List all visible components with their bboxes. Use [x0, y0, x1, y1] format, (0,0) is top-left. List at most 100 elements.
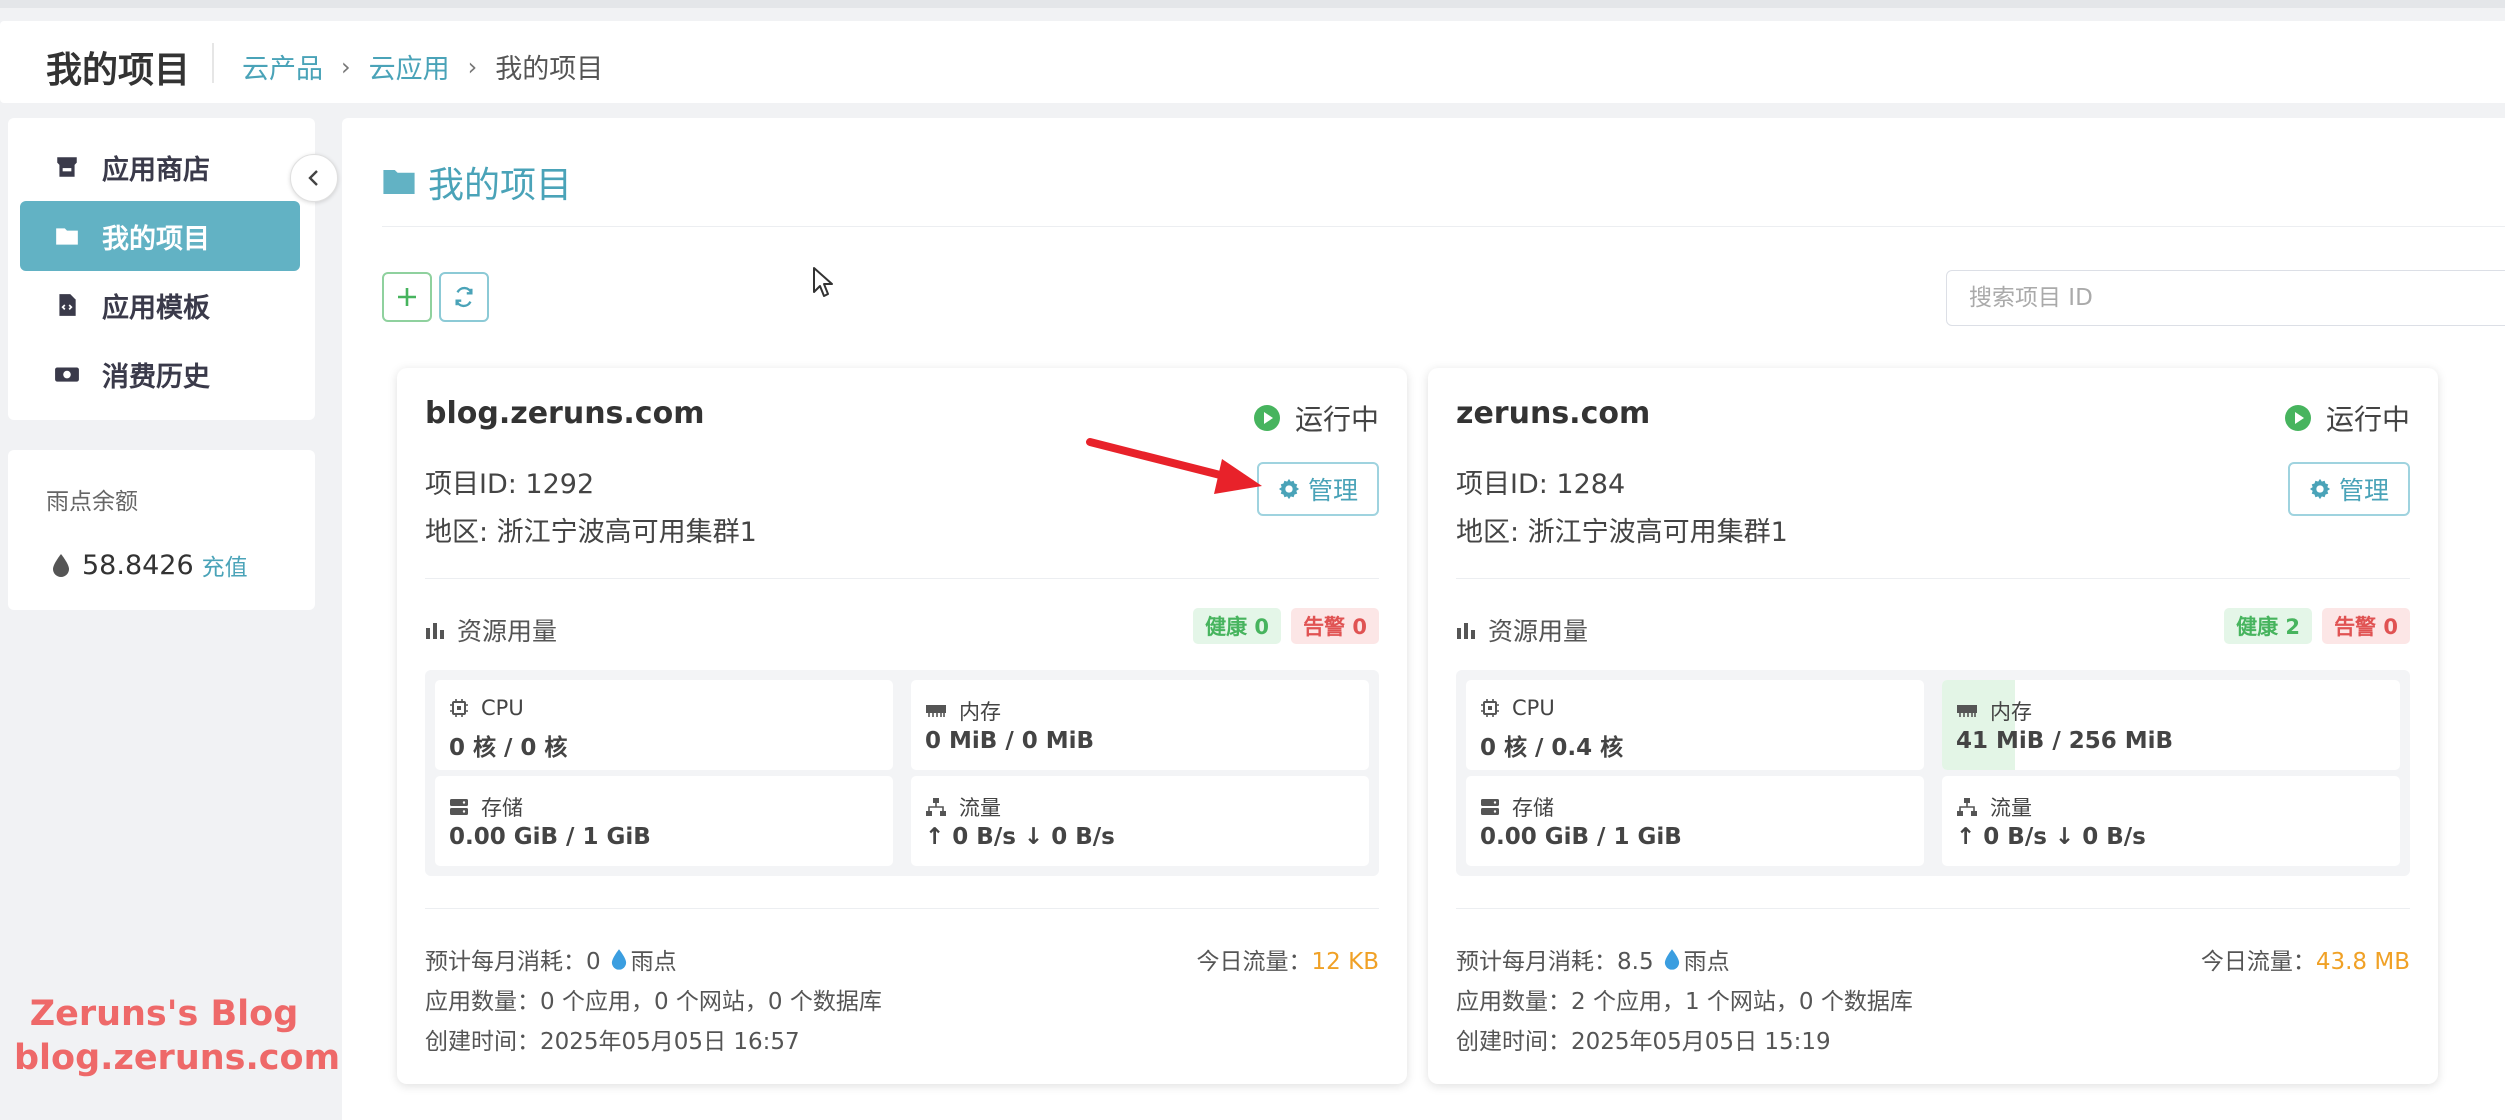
- money-icon: [55, 367, 79, 382]
- sidebar-collapse-button[interactable]: [290, 154, 338, 202]
- sidebar-item-billing-history[interactable]: 消费历史: [20, 339, 300, 409]
- project-card: zeruns.com 运行中 项目ID: 1284 地区: 浙江宁波高可用集群1…: [1428, 368, 2438, 1084]
- breadcrumb-link-cloud-apps[interactable]: 云应用: [369, 47, 450, 86]
- balance-label: 雨点余额: [46, 489, 138, 515]
- project-name: blog.zeruns.com: [425, 396, 705, 431]
- main-title: 我的项目: [382, 156, 572, 208]
- watermark-line2: blog.zeruns.com: [14, 1038, 341, 1078]
- created-time: 创建时间：2025年05月05日 16:57: [425, 1029, 800, 1055]
- status-indicator: 运行中: [1253, 398, 1379, 438]
- page-header: 我的项目 云产品 › 云应用 › 我的项目: [0, 21, 2505, 103]
- project-id: 项目ID: 1284: [1456, 469, 1626, 500]
- memory-value: 0 MiB / 0 MiB: [925, 728, 1095, 754]
- file-code-icon: [59, 294, 76, 316]
- watermark-line1: Zeruns's Blog: [29, 994, 299, 1034]
- bar-chart-icon: [426, 623, 444, 639]
- breadcrumb-current: 我的项目: [495, 54, 604, 85]
- storage-label: 存储: [1512, 796, 1554, 820]
- card-divider: [425, 908, 1379, 909]
- gear-icon: [2309, 478, 2331, 500]
- today-traffic: 今日流量：43.8 MB: [2201, 942, 2410, 976]
- gear-icon: [1278, 478, 1300, 500]
- storage-value: 0.00 GiB / 1 GiB: [449, 824, 651, 850]
- folder-icon: [56, 228, 78, 245]
- storage-label-row: 存储: [449, 792, 523, 822]
- sidebar-item-app-templates[interactable]: 应用模板: [20, 270, 300, 340]
- refresh-icon: [455, 286, 473, 308]
- app-count: 应用数量：2 个应用，1 个网站，0 个数据库: [1456, 989, 1913, 1015]
- cost-unit: 雨点: [630, 949, 677, 975]
- breadcrumb-link-cloud-products[interactable]: 云产品: [242, 47, 323, 86]
- play-circle-icon: [2284, 405, 2311, 431]
- sidebar-item-my-projects[interactable]: 我的项目: [20, 201, 300, 271]
- status-text: 运行中: [2325, 403, 2410, 436]
- search-input[interactable]: [1946, 270, 2505, 326]
- today-traffic-label: 今日流量：: [1196, 949, 1312, 975]
- network-label-row: 流量: [925, 792, 1001, 822]
- raindrop-icon: [1664, 949, 1679, 970]
- cpu-tile: CPU 0 核 / 0.4 核: [1466, 680, 1924, 770]
- memory-icon: [1957, 705, 1977, 717]
- resource-grid: CPU 0 核 / 0.4 核 内存 41 MiB / 256 MiB 存储 0…: [1456, 670, 2410, 876]
- cpu-label: CPU: [1512, 696, 1555, 720]
- memory-value: 41 MiB / 256 MiB: [1956, 728, 2174, 754]
- memory-label: 内存: [1990, 700, 2032, 724]
- memory-tile: 内存 41 MiB / 256 MiB: [1942, 680, 2400, 770]
- resource-usage-text: 资源用量: [1488, 617, 1589, 646]
- chevron-right-icon: ›: [467, 52, 478, 81]
- memory-icon: [926, 705, 946, 717]
- card-divider: [1456, 908, 2410, 909]
- manage-button[interactable]: 管理: [1257, 462, 1379, 516]
- resource-usage-label: 资源用量: [1456, 612, 1588, 648]
- network-tile: 流量 ↑ 0 B/s ↓ 0 B/s: [911, 776, 1369, 866]
- healthy-badge: 健康 2: [2224, 608, 2313, 644]
- memory-label: 内存: [959, 700, 1001, 724]
- health-badges: 健康 0 告警 0: [1193, 608, 1379, 644]
- monthly-cost: 预计每月消耗：0 雨点: [425, 942, 677, 976]
- raindrop-icon: [611, 949, 626, 970]
- blog-watermark: Zeruns's Blog blog.zeruns.com: [14, 992, 341, 1080]
- card-divider: [425, 578, 1379, 579]
- sidebar-item-app-store[interactable]: 应用商店: [20, 132, 300, 202]
- today-traffic-value: 43.8 MB: [2315, 949, 2410, 975]
- recharge-link[interactable]: 充值: [202, 548, 248, 582]
- status-indicator: 运行中: [2284, 398, 2410, 438]
- created-time: 创建时间：2025年05月05日 15:19: [1456, 1029, 1831, 1055]
- header-divider: [212, 43, 214, 83]
- main-title-text: 我的项目: [428, 165, 573, 206]
- network-label-row: 流量: [1956, 792, 2032, 822]
- network-label: 流量: [959, 796, 1001, 820]
- storage-value: 0.00 GiB / 1 GiB: [1480, 824, 1682, 850]
- balance-value: 58.8426: [82, 549, 194, 581]
- cpu-label-row: CPU: [1480, 696, 1555, 720]
- sidebar-item-label: 应用模板: [102, 292, 210, 324]
- memory-label-row: 内存: [925, 696, 1001, 726]
- cpu-label-row: CPU: [449, 696, 524, 720]
- play-circle-icon: [1253, 405, 1280, 431]
- add-project-button[interactable]: [382, 272, 432, 322]
- cost-unit: 雨点: [1683, 949, 1730, 975]
- network-label: 流量: [1990, 796, 2032, 820]
- network-icon: [1957, 798, 1977, 816]
- app-count: 应用数量：0 个应用，0 个网站，0 个数据库: [425, 989, 882, 1015]
- alert-badge: 告警 0: [2322, 608, 2410, 644]
- top-strip: [0, 0, 2505, 8]
- monthly-cost-text: 预计每月消耗：8.5: [1456, 949, 1654, 975]
- store-icon: [57, 157, 77, 177]
- resource-grid: CPU 0 核 / 0 核 内存 0 MiB / 0 MiB 存储 0.00 G…: [425, 670, 1379, 876]
- project-card: blog.zeruns.com 运行中 项目ID: 1292 地区: 浙江宁波高…: [397, 368, 1407, 1084]
- bar-chart-icon: [1457, 623, 1475, 639]
- cpu-value: 0 核 / 0 核: [449, 735, 568, 761]
- refresh-button[interactable]: [439, 272, 489, 322]
- chevron-left-icon: [308, 170, 318, 186]
- manage-button[interactable]: 管理: [2288, 462, 2410, 516]
- balance-value-row: 58.8426 充值: [52, 548, 248, 582]
- card-divider: [1456, 578, 2410, 579]
- monthly-cost-text: 预计每月消耗：0: [425, 949, 601, 975]
- today-traffic: 今日流量：12 KB: [1197, 942, 1379, 976]
- project-region: 地区: 浙江宁波高可用集群1: [425, 517, 757, 548]
- project-region: 地区: 浙江宁波高可用集群1: [1456, 517, 1788, 548]
- cpu-tile: CPU 0 核 / 0 核: [435, 680, 893, 770]
- project-name: zeruns.com: [1456, 396, 1651, 431]
- today-traffic-value: 12 KB: [1311, 949, 1379, 975]
